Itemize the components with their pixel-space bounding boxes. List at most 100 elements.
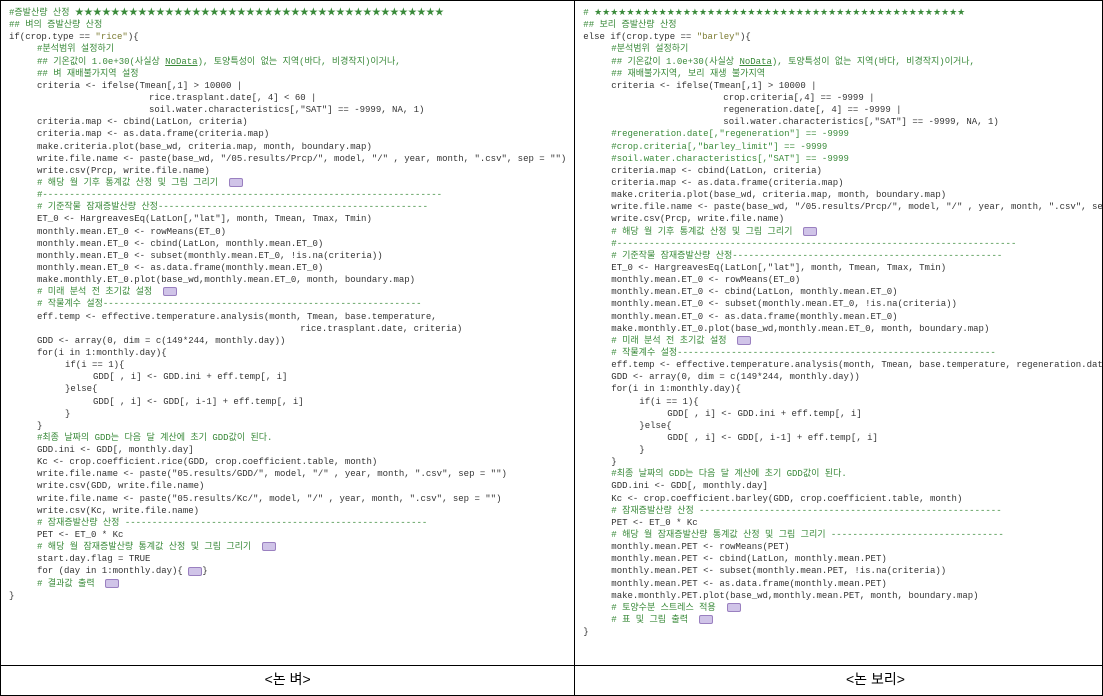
code-line: else if(crop.type == "barley"){ <box>583 31 1103 43</box>
code-line: Kc <- crop.coefficient.barley(GDD, crop.… <box>583 493 1103 505</box>
fold-icon[interactable] <box>262 542 276 551</box>
code-line: # 작물계수 설정-------------------------------… <box>583 347 1103 359</box>
document-root: #증발산량 산정 ★★★★★★★★★★★★★★★★★★★★★★★★★★★★★★★… <box>0 0 1103 696</box>
code-line: # 표 및 그림 출력 <box>583 614 1103 626</box>
fold-icon[interactable] <box>188 567 202 576</box>
code-line: # 기준작물 잠재증발산량 산정------------------------… <box>583 250 1103 262</box>
code-line: # 해당 월 기후 통계값 산정 및 그림 그리기 <box>9 177 566 189</box>
code-line: } <box>9 590 566 602</box>
code-line: ET_0 <- HargreavesEq(LatLon[,"lat"], mon… <box>583 262 1103 274</box>
code-line: } <box>583 626 1103 638</box>
code-line: write.csv(Prcp, write.file.name) <box>9 165 566 177</box>
fold-icon[interactable] <box>803 227 817 236</box>
code-line: #---------------------------------------… <box>583 238 1103 250</box>
code-line: monthly.mean.ET_0 <- rowMeans(ET_0) <box>9 226 566 238</box>
code-line: make.monthly.ET_0.plot(base_wd,monthly.m… <box>583 323 1103 335</box>
code-line: # 작물계수 설정-------------------------------… <box>9 298 566 310</box>
code-line: soil.water.characteristics[,"SAT"] == -9… <box>583 116 1103 128</box>
code-block-rice: #증발산량 산정 ★★★★★★★★★★★★★★★★★★★★★★★★★★★★★★★… <box>1 1 574 665</box>
code-line: write.file.name <- paste("05.results/GDD… <box>9 468 566 480</box>
code-line: ET_0 <- HargreavesEq(LatLon[,"lat"], mon… <box>9 213 566 225</box>
code-line: write.file.name <- paste("05.results/Kc/… <box>9 493 566 505</box>
code-line: PET <- ET_0 * Kc <box>9 529 566 541</box>
code-line: ## 벼 재배불가지역 설정 <box>9 68 566 80</box>
code-line: GDD.ini <- GDD[, monthly.day] <box>583 480 1103 492</box>
code-line: write.file.name <- paste(base_wd, "/05.r… <box>9 153 566 165</box>
code-line: # 결과값 출력 <box>9 578 566 590</box>
code-line: #regeneration.date[,"regeneration"] == -… <box>583 128 1103 140</box>
code-line: # 토양수분 스트레스 적용 <box>583 602 1103 614</box>
code-line: Kc <- crop.coefficient.rice(GDD, crop.co… <box>9 456 566 468</box>
right-pane: # ★★★★★★★★★★★★★★★★★★★★★★★★★★★★★★★★★★★★★★… <box>575 1 1103 695</box>
code-line: } <box>9 408 566 420</box>
code-line: } <box>583 444 1103 456</box>
code-line: criteria.map <- cbind(LatLon, criteria) <box>583 165 1103 177</box>
code-line: eff.temp <- effective.temperature.analys… <box>9 311 566 323</box>
code-block-barley: # ★★★★★★★★★★★★★★★★★★★★★★★★★★★★★★★★★★★★★★… <box>575 1 1103 665</box>
code-line: monthly.mean.ET_0 <- subset(monthly.mean… <box>583 298 1103 310</box>
code-line: # 미래 분석 전 초기값 설정 <box>583 335 1103 347</box>
code-line: #soil.water.characteristics[,"SAT"] == -… <box>583 153 1103 165</box>
fold-icon[interactable] <box>737 336 751 345</box>
code-line: GDD[ , i] <- GDD[, i-1] + eff.temp[, i] <box>583 432 1103 444</box>
code-line: criteria <- ifelse(Tmean[,1] > 10000 | <box>583 80 1103 92</box>
code-line: monthly.mean.PET <- as.data.frame(monthl… <box>583 578 1103 590</box>
code-line: ## 보리 증발산량 산정 <box>583 19 1103 31</box>
code-line: if(crop.type == "rice"){ <box>9 31 566 43</box>
code-line: #분석범위 설정하기 <box>9 43 566 55</box>
fold-icon[interactable] <box>105 579 119 588</box>
code-line: PET <- ET_0 * Kc <box>583 517 1103 529</box>
code-line: make.criteria.plot(base_wd, criteria.map… <box>9 141 566 153</box>
code-line: for(i in 1:monthly.day){ <box>583 383 1103 395</box>
code-line: write.csv(Prcp, write.file.name) <box>583 213 1103 225</box>
fold-icon[interactable] <box>229 178 243 187</box>
caption-left: <논 벼> <box>1 665 574 695</box>
code-line: make.monthly.ET_0.plot(base_wd,monthly.m… <box>9 274 566 286</box>
code-line: monthly.mean.ET_0 <- as.data.frame(month… <box>583 311 1103 323</box>
code-line: monthly.mean.ET_0 <- subset(monthly.mean… <box>9 250 566 262</box>
code-line: ## 재배불가지역, 보리 재생 불가지역 <box>583 68 1103 80</box>
code-line: GDD[ , i] <- GDD.ini + eff.temp[, i] <box>9 371 566 383</box>
code-line: #증발산량 산정 ★★★★★★★★★★★★★★★★★★★★★★★★★★★★★★★… <box>9 7 566 19</box>
code-line: GDD[ , i] <- GDD.ini + eff.temp[, i] <box>583 408 1103 420</box>
code-line: criteria.map <- as.data.frame(criteria.m… <box>583 177 1103 189</box>
code-line: write.csv(GDD, write.file.name) <box>9 480 566 492</box>
code-line: ## 벼의 증발산량 산정 <box>9 19 566 31</box>
code-line: GDD.ini <- GDD[, monthly.day] <box>9 444 566 456</box>
code-line: #최종 날짜의 GDD는 다음 달 계산에 초기 GDD값이 된다. <box>9 432 566 444</box>
code-line: if(i == 1){ <box>583 396 1103 408</box>
code-line: # ★★★★★★★★★★★★★★★★★★★★★★★★★★★★★★★★★★★★★★… <box>583 7 1103 19</box>
code-line: if(i == 1){ <box>9 359 566 371</box>
code-line: } <box>9 420 566 432</box>
code-line: # 해당 월 기후 통계값 산정 및 그림 그리기 <box>583 226 1103 238</box>
code-line: # 기준작물 잠재증발산량 산정------------------------… <box>9 201 566 213</box>
code-line: monthly.mean.ET_0 <- as.data.frame(month… <box>9 262 566 274</box>
code-line: eff.temp <- effective.temperature.analys… <box>583 359 1103 371</box>
code-line: criteria <- ifelse(Tmean[,1] > 10000 | <box>9 80 566 92</box>
fold-icon[interactable] <box>727 603 741 612</box>
code-line: for(i in 1:monthly.day){ <box>9 347 566 359</box>
code-line: write.csv(Kc, write.file.name) <box>9 505 566 517</box>
fold-icon[interactable] <box>699 615 713 624</box>
code-line: rice.trasplant.date[, 4] < 60 | <box>9 92 566 104</box>
fold-icon[interactable] <box>163 287 177 296</box>
nodata-token: NoData <box>165 57 197 67</box>
code-line: monthly.mean.ET_0 <- rowMeans(ET_0) <box>583 274 1103 286</box>
code-line: make.monthly.PET.plot(base_wd,monthly.me… <box>583 590 1103 602</box>
code-line: rice.trasplant.date, criteria) <box>9 323 566 335</box>
left-pane: #증발산량 산정 ★★★★★★★★★★★★★★★★★★★★★★★★★★★★★★★… <box>1 1 575 695</box>
code-line: regeneration.date[, 4] == -9999 | <box>583 104 1103 116</box>
nodata-token: NoData <box>739 57 771 67</box>
code-line: }else{ <box>9 383 566 395</box>
code-line: GDD <- array(0, dim = c(149*244, monthly… <box>583 371 1103 383</box>
code-line: criteria.map <- as.data.frame(criteria.m… <box>9 128 566 140</box>
code-line: make.criteria.plot(base_wd, criteria.map… <box>583 189 1103 201</box>
code-line: soil.water.characteristics[,"SAT"] == -9… <box>9 104 566 116</box>
code-line: # 해당 월 잠재증발산량 통계값 산정 및 그림 그리기 ----------… <box>583 529 1103 541</box>
code-line: crop.criteria[,4] == -9999 | <box>583 92 1103 104</box>
code-line: for (day in 1:monthly.day){ } <box>9 565 566 577</box>
code-line: monthly.mean.PET <- subset(monthly.mean.… <box>583 565 1103 577</box>
code-line: monthly.mean.PET <- rowMeans(PET) <box>583 541 1103 553</box>
code-line: } <box>583 456 1103 468</box>
code-line: monthly.mean.ET_0 <- cbind(LatLon, month… <box>9 238 566 250</box>
